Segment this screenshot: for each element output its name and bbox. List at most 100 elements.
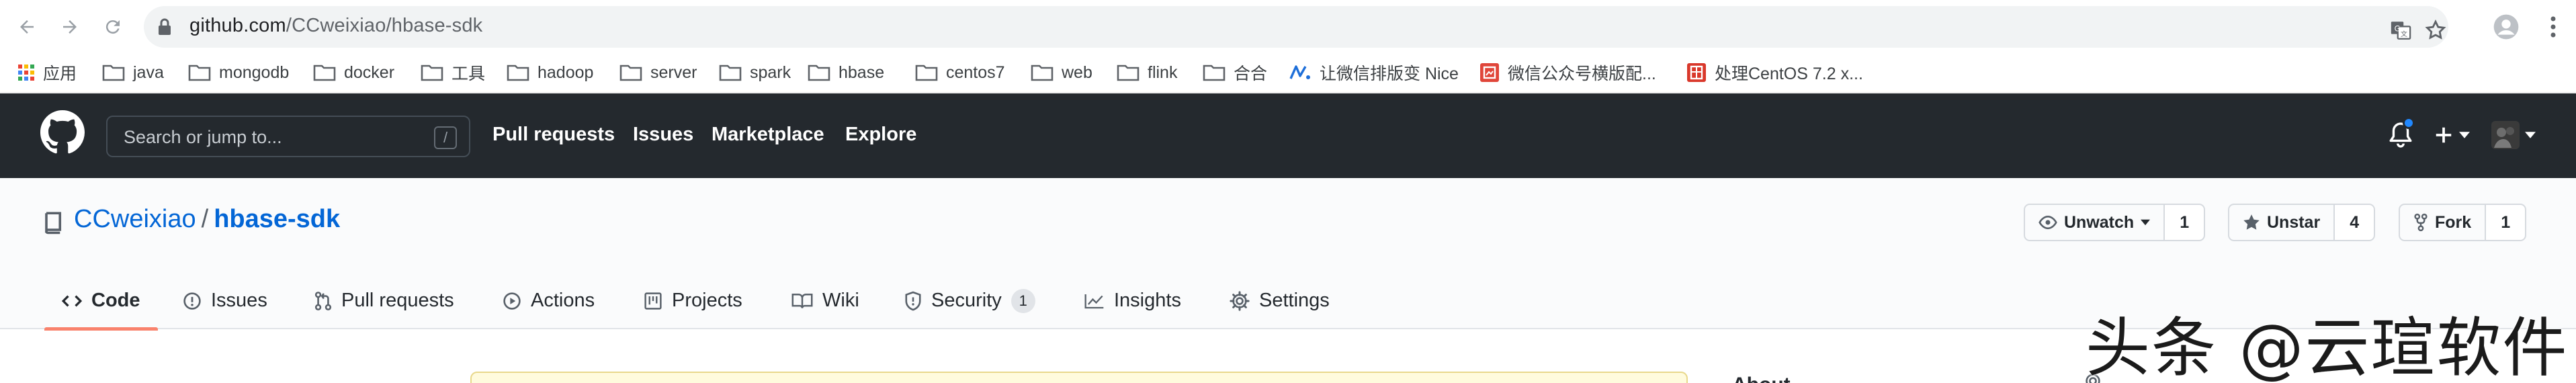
forward-button[interactable] — [54, 11, 86, 43]
bookmark-folder-flink[interactable]: flink — [1117, 59, 1177, 86]
nav-marketplace[interactable]: Marketplace — [712, 124, 824, 146]
folder-icon — [188, 65, 211, 81]
account-circle-icon — [2493, 14, 2519, 40]
reload-button[interactable] — [97, 11, 129, 43]
address-bar[interactable]: github.com/CCweixiao/hbase-sdk G文 — [144, 6, 2448, 48]
bookmark-folder-centos7[interactable]: centos7 — [915, 59, 1005, 86]
tab-code[interactable]: Code — [44, 272, 158, 331]
nav-pull-requests[interactable]: Pull requests — [492, 124, 615, 146]
bookmark-label: server — [650, 62, 697, 82]
tab-wiki[interactable]: Wiki — [791, 272, 859, 329]
tab-pull-requests[interactable]: Pull requests — [314, 272, 454, 329]
stargazers-count[interactable]: 4 — [2335, 204, 2376, 241]
svg-text:文: 文 — [2401, 30, 2407, 38]
bookmark-folder-web[interactable]: web — [1031, 59, 1092, 86]
bookmark-label: spark — [750, 62, 791, 82]
bookmark-folder-hehe[interactable]: 合合 — [1203, 59, 1267, 86]
search-shortcut-key: / — [434, 126, 457, 149]
translate-icon[interactable]: G文 — [2389, 19, 2412, 42]
tab-label: Security — [931, 290, 1002, 311]
book-icon — [791, 293, 813, 308]
url-host: github.com — [189, 15, 286, 36]
bookmark-folder-server[interactable]: server — [619, 59, 697, 86]
about-heading: About — [1732, 374, 1791, 383]
chrome-menu-button[interactable] — [2537, 11, 2569, 43]
back-button[interactable] — [11, 11, 43, 43]
watch-button-group: Unwatch 1 — [2024, 204, 2206, 241]
profile-avatar[interactable] — [2490, 11, 2522, 43]
bookmark-folder-hadoop[interactable]: hadoop — [507, 59, 593, 86]
tab-actions[interactable]: Actions — [503, 272, 595, 329]
notifications-button[interactable] — [2389, 117, 2415, 152]
tab-label: Pull requests — [341, 290, 454, 311]
folder-icon — [102, 65, 125, 81]
url-text: github.com/CCweixiao/hbase-sdk — [189, 15, 482, 37]
arrow-left-icon — [20, 20, 34, 34]
watchers-count[interactable]: 1 — [2165, 204, 2206, 241]
notification-dot — [2403, 117, 2415, 129]
repo-owner-link[interactable]: CCweixiao — [74, 205, 196, 233]
repo-name-link[interactable]: hbase-sdk — [214, 205, 340, 233]
bookmark-folder-java[interactable]: java — [102, 59, 164, 86]
unstar-button[interactable]: Unstar — [2228, 204, 2335, 241]
tab-label: Wiki — [822, 290, 859, 311]
fork-button[interactable]: Fork — [2399, 204, 2487, 241]
github-header: Search or jump to... / Pull requests Iss… — [0, 93, 2576, 178]
security-count-badge: 1 — [1011, 288, 1035, 313]
forks-count[interactable]: 1 — [2486, 204, 2527, 241]
bookmark-wechat-image[interactable]: 微信公众号横版配... — [1479, 59, 1656, 86]
github-mark-icon[interactable] — [40, 110, 85, 155]
star-bookmark-icon[interactable] — [2424, 19, 2447, 42]
plus-icon — [2436, 127, 2452, 143]
tab-security[interactable]: Security 1 — [904, 272, 1035, 329]
repo-title: CCweixiao / hbase-sdk — [74, 205, 340, 234]
repo-forked-icon — [2414, 213, 2428, 232]
eye-icon — [2038, 215, 2057, 230]
tab-label: Actions — [531, 290, 595, 311]
nav-explore[interactable]: Explore — [845, 124, 916, 146]
caret-down-icon — [2141, 219, 2151, 226]
arrow-right-icon — [63, 20, 77, 34]
caret-down-icon — [2525, 132, 2536, 138]
avatar — [2491, 121, 2520, 149]
folder-icon — [1117, 65, 1140, 81]
bookmark-centos[interactable]: 处理CentOS 7.2 x... — [1686, 59, 1863, 86]
bookmark-apps[interactable]: 应用 — [17, 59, 77, 86]
fork-label: Fork — [2435, 212, 2472, 232]
nav-issues[interactable]: Issues — [633, 124, 693, 146]
search-input[interactable]: Search or jump to... / — [106, 116, 470, 157]
bookmark-nice[interactable]: 让微信排版变 Nice — [1289, 59, 1459, 86]
folder-icon — [313, 65, 336, 81]
red-square-icon — [1480, 63, 1499, 82]
tab-projects[interactable]: Projects — [644, 272, 742, 329]
play-icon — [503, 292, 521, 310]
browser-toolbar: github.com/CCweixiao/hbase-sdk G文 — [0, 0, 2576, 54]
user-menu-dropdown[interactable] — [2491, 118, 2536, 152]
bookmark-label: 微信公众号横版配... — [1508, 65, 1656, 83]
bookmark-label: flink — [1148, 62, 1178, 82]
tab-label: Issues — [211, 290, 267, 311]
bookmark-folder-spark[interactable]: spark — [719, 59, 791, 86]
bookmark-label: 合合 — [1234, 65, 1268, 83]
bookmark-label: mongodb — [219, 62, 290, 82]
nice-logo-icon — [1289, 65, 1310, 79]
create-new-dropdown[interactable] — [2434, 118, 2470, 152]
tab-issues[interactable]: Issues — [183, 272, 267, 329]
bookmark-folder-hbase[interactable]: hbase — [808, 59, 884, 86]
url-path: /CCweixiao/hbase-sdk — [286, 15, 483, 36]
bookmark-folder-mongodb[interactable]: mongodb — [188, 59, 289, 86]
tab-settings[interactable]: Settings — [1230, 272, 1330, 329]
bookmark-folder-tools[interactable]: 工具 — [421, 59, 485, 86]
bookmarks-bar: 应用 java mongodb docker 工具 hadoop server … — [0, 54, 2576, 93]
bookmark-folder-docker[interactable]: docker — [313, 59, 394, 86]
bookmark-label: hadoop — [538, 62, 594, 82]
folder-icon — [719, 65, 742, 81]
unwatch-button[interactable]: Unwatch — [2024, 204, 2165, 241]
lock-icon — [159, 18, 171, 35]
tab-label: Settings — [1259, 290, 1330, 311]
issue-opened-icon — [183, 292, 201, 310]
tab-insights[interactable]: Insights — [1084, 272, 1181, 329]
svg-text:G: G — [2395, 24, 2401, 33]
bookmark-label: 应用 — [43, 65, 77, 83]
tab-label: Projects — [672, 290, 742, 311]
